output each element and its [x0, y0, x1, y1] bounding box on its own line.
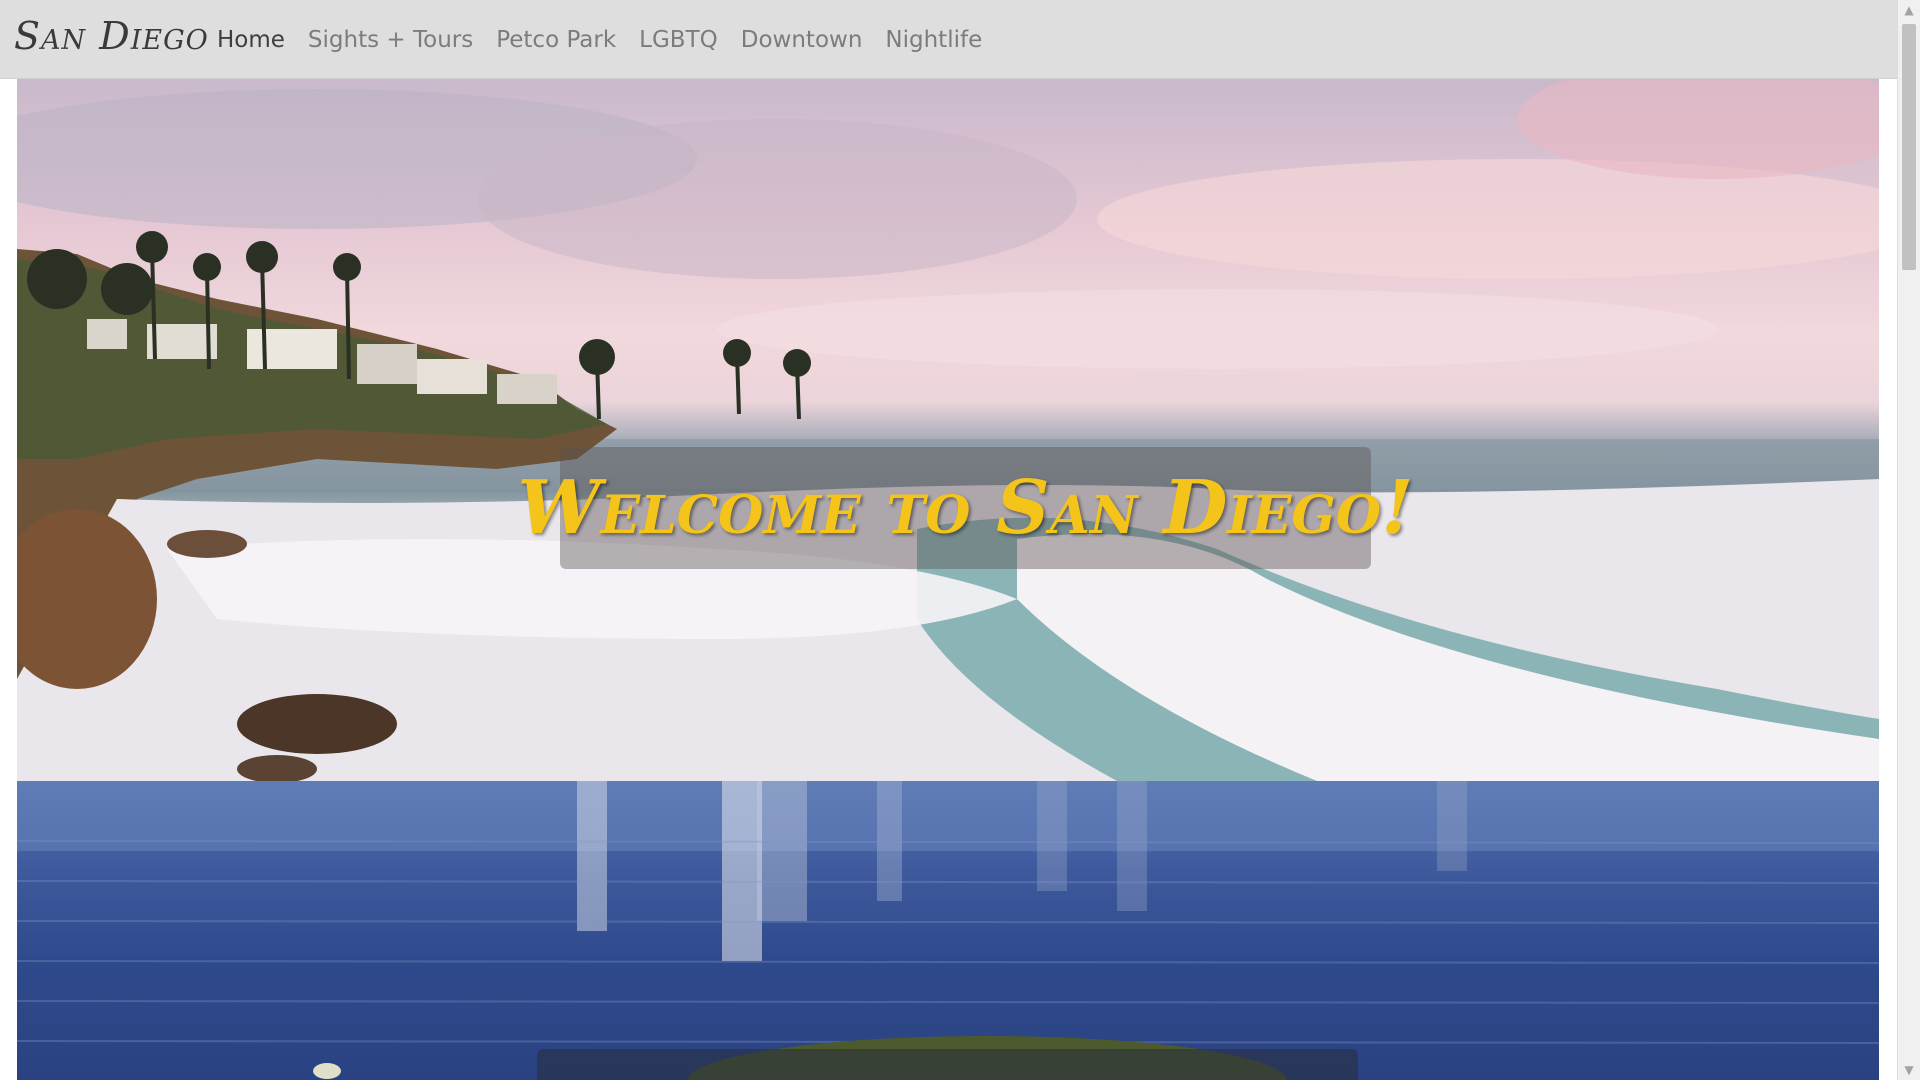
scrollbar-thumb[interactable]: [1902, 24, 1916, 270]
nav-link-lgbtq[interactable]: LGBTQ: [639, 27, 718, 53]
chevron-up-icon[interactable]: ▲: [1898, 0, 1920, 20]
nav-link-petco-park[interactable]: Petco Park: [496, 27, 616, 53]
nav-link-nightlife[interactable]: Nightlife: [885, 27, 982, 53]
scrollbar[interactable]: ▲ ▼: [1897, 0, 1920, 1080]
nav-link-downtown[interactable]: Downtown: [741, 27, 863, 53]
hero-heading: Welcome to San Diego!: [517, 465, 1414, 551]
brand-logo[interactable]: San Diego: [14, 14, 209, 58]
page: San Diego Home Sights + Tours Petco Park…: [0, 0, 1920, 1080]
navbar: San Diego Home Sights + Tours Petco Park…: [0, 0, 1897, 79]
section-banner: [537, 1049, 1358, 1080]
nav-link-home[interactable]: Home: [217, 27, 285, 53]
hero-water-image: [17, 781, 1879, 1080]
nav-links: Home Sights + Tours Petco Park LGBTQ Dow…: [205, 0, 993, 79]
hero-beach-image: Welcome to San Diego!: [17, 79, 1879, 781]
nav-link-sights-tours[interactable]: Sights + Tours: [308, 27, 473, 53]
water-scene-illustration: [17, 781, 1879, 1080]
chevron-down-icon[interactable]: ▼: [1898, 1060, 1920, 1080]
beach-scene-illustration: [17, 79, 1879, 781]
welcome-banner: Welcome to San Diego!: [517, 447, 1414, 569]
